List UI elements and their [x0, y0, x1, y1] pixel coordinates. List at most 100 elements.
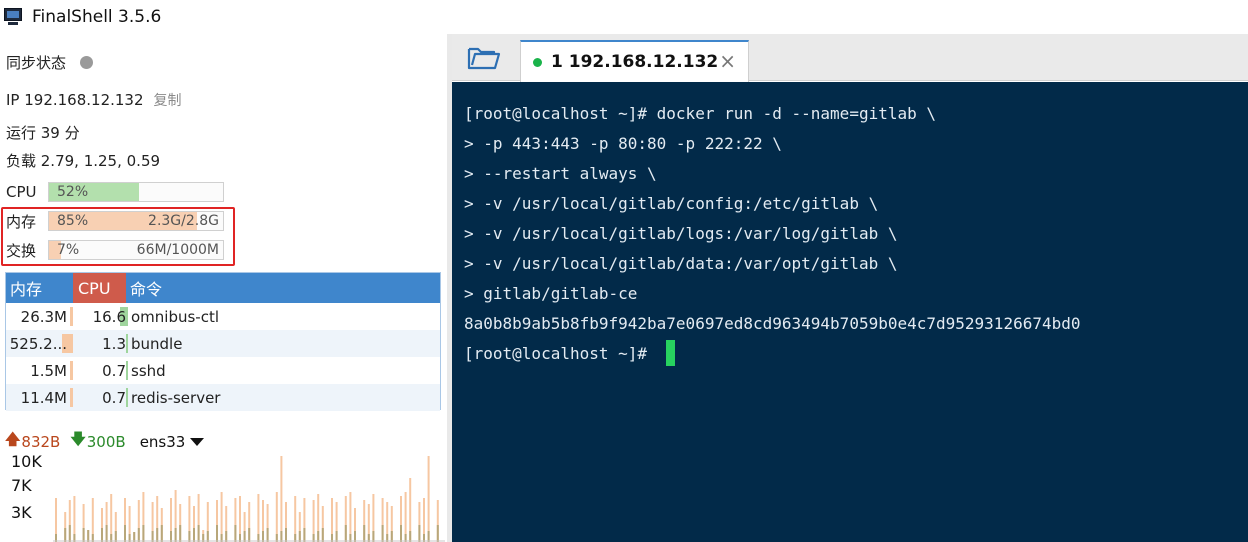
download-traffic-bar — [179, 525, 182, 542]
download-traffic-bar — [193, 528, 195, 542]
download-traffic-bar — [303, 528, 306, 542]
download-traffic-bar — [266, 528, 269, 542]
memory-swap-highlight — [1, 207, 235, 266]
process-memory: 1.5M — [30, 361, 67, 380]
download-traffic-bar — [248, 528, 251, 542]
download-traffic-bar — [87, 530, 90, 542]
connection-status-icon — [533, 57, 542, 67]
sync-status-indicator — [80, 56, 94, 69]
download-traffic-bar — [243, 531, 246, 542]
download-traffic-bar — [142, 525, 145, 542]
column-header-command[interactable]: 命令 — [126, 273, 440, 303]
process-command: bundle — [131, 334, 183, 353]
download-traffic-bar — [372, 531, 375, 542]
download-traffic-bar — [321, 528, 324, 542]
terminal-line: > -v /usr/local/gitlab/config:/etc/gitla… — [464, 194, 879, 213]
sync-status: 同步状态 — [6, 52, 94, 73]
download-traffic-bar — [101, 528, 103, 542]
column-header-memory[interactable]: 内存 — [6, 273, 73, 303]
download-traffic-bar — [174, 528, 177, 542]
download-traffic-bar — [64, 528, 67, 542]
process-command: omnibus-ctl — [131, 307, 220, 326]
uptime: 运行 39 分 — [6, 124, 80, 142]
download-traffic-bar — [262, 531, 264, 542]
process-cpu: 1.3 — [102, 334, 126, 353]
download-traffic-bar — [114, 531, 117, 542]
download-traffic-bar — [418, 525, 421, 542]
process-table: 内存 CPU 命令 26.3M 16.6 omnibus-ctl 525.2..… — [5, 272, 441, 411]
process-memory: 26.3M — [20, 307, 67, 326]
status-panel: FinalShell 3.5.6 同步状态 IP 192.168.12.132 复… — [0, 0, 447, 542]
process-cpu: 16.6 — [92, 307, 126, 326]
download-traffic-bar — [436, 525, 439, 542]
process-cpu: 0.7 — [102, 388, 126, 407]
tab-session-1[interactable]: 1 192.168.12.132 × — [520, 40, 749, 82]
sync-status-label: 同步状态 — [6, 54, 67, 72]
terminal-prompt: [root@localhost ~]# — [464, 344, 657, 363]
terminal-line: > gitlab/gitlab-ce — [464, 284, 638, 303]
y-tick-label: 10K — [11, 452, 42, 471]
process-command: redis-server — [131, 388, 221, 407]
download-traffic-bar — [156, 528, 159, 542]
download-traffic-bar — [188, 531, 191, 542]
download-traffic-bar — [335, 531, 338, 542]
download-traffic-bar — [160, 525, 163, 542]
table-row[interactable]: 1.5M 0.7 sshd — [6, 357, 440, 384]
process-memory: 11.4M — [20, 388, 67, 407]
titlebar: FinalShell 3.5.6 — [4, 6, 161, 28]
ip-info: IP 192.168.12.132 复制 — [6, 90, 182, 110]
cpu-percent: 52% — [57, 184, 89, 200]
close-icon[interactable]: × — [719, 51, 736, 71]
dropdown-caret-icon[interactable] — [190, 437, 205, 446]
y-tick-label: 3K — [11, 503, 32, 522]
table-row[interactable]: 11.4M 0.7 redis-server — [6, 384, 440, 411]
y-tick-label: 7K — [11, 476, 32, 495]
network-traffic-chart: 10K 7K 3K — [5, 450, 445, 542]
upload-traffic-bar — [427, 456, 430, 542]
download-traffic-bar — [400, 525, 402, 542]
download-traffic-bar — [344, 525, 347, 542]
terminal-prompt-line: [root@localhost ~]# — [464, 339, 1081, 369]
app-logo-icon — [4, 8, 24, 26]
download-traffic-bar — [151, 531, 154, 542]
process-table-header: 内存 CPU 命令 — [6, 273, 440, 303]
app-title: FinalShell 3.5.6 — [32, 7, 162, 27]
ip-address: IP 192.168.12.132 — [6, 91, 144, 109]
copy-ip-button[interactable]: 复制 — [154, 93, 182, 109]
cpu-usage-bar — [126, 388, 128, 407]
cpu-meter-bar: 52% — [48, 182, 224, 202]
download-traffic-bar — [390, 531, 393, 542]
file-manager-button[interactable] — [452, 34, 515, 81]
column-header-cpu[interactable]: CPU — [73, 273, 126, 303]
upload-traffic-bar — [280, 456, 283, 542]
folder-icon — [467, 47, 500, 69]
cpu-meter: CPU 52% — [6, 181, 224, 203]
upload-rate: 832B — [21, 432, 61, 451]
table-row[interactable]: 525.2... 1.3 bundle — [6, 330, 440, 357]
table-row[interactable]: 26.3M 16.6 omnibus-ctl — [6, 303, 440, 330]
download-traffic-bar — [197, 525, 200, 542]
download-rate: 300B — [86, 432, 126, 451]
download-traffic-bar — [427, 531, 430, 542]
download-traffic-bar — [285, 528, 287, 542]
terminal-line: > -v /usr/local/gitlab/logs:/var/log/git… — [464, 224, 898, 243]
cpu-usage-bar — [126, 361, 128, 380]
download-traffic-bar — [216, 525, 218, 542]
cpu-meter-label: CPU — [6, 183, 37, 201]
terminal-cursor — [665, 339, 675, 366]
download-traffic-bar — [225, 531, 228, 542]
network-traffic-graph — [53, 456, 445, 542]
terminal-view[interactable]: [root@localhost ~]# docker run -d --name… — [452, 82, 1248, 542]
download-traffic-bar — [68, 525, 71, 542]
load-average: 负载 2.79, 1.25, 0.59 — [6, 152, 161, 170]
download-traffic-bar — [298, 531, 301, 542]
terminal-line: [root@localhost ~]# docker run -d --name… — [464, 104, 937, 123]
network-interface-select[interactable]: ens33 — [140, 433, 186, 451]
download-traffic-bar — [234, 525, 237, 542]
download-traffic-bar — [280, 531, 283, 542]
download-traffic-bar — [137, 528, 140, 542]
terminal-line: 8a0b8b9ab5b8fb9f942ba7e0697ed8cd963494b7… — [464, 314, 1081, 333]
download-traffic-bar — [363, 525, 366, 542]
download-traffic-bar — [82, 528, 85, 542]
download-traffic-bar — [124, 525, 126, 542]
